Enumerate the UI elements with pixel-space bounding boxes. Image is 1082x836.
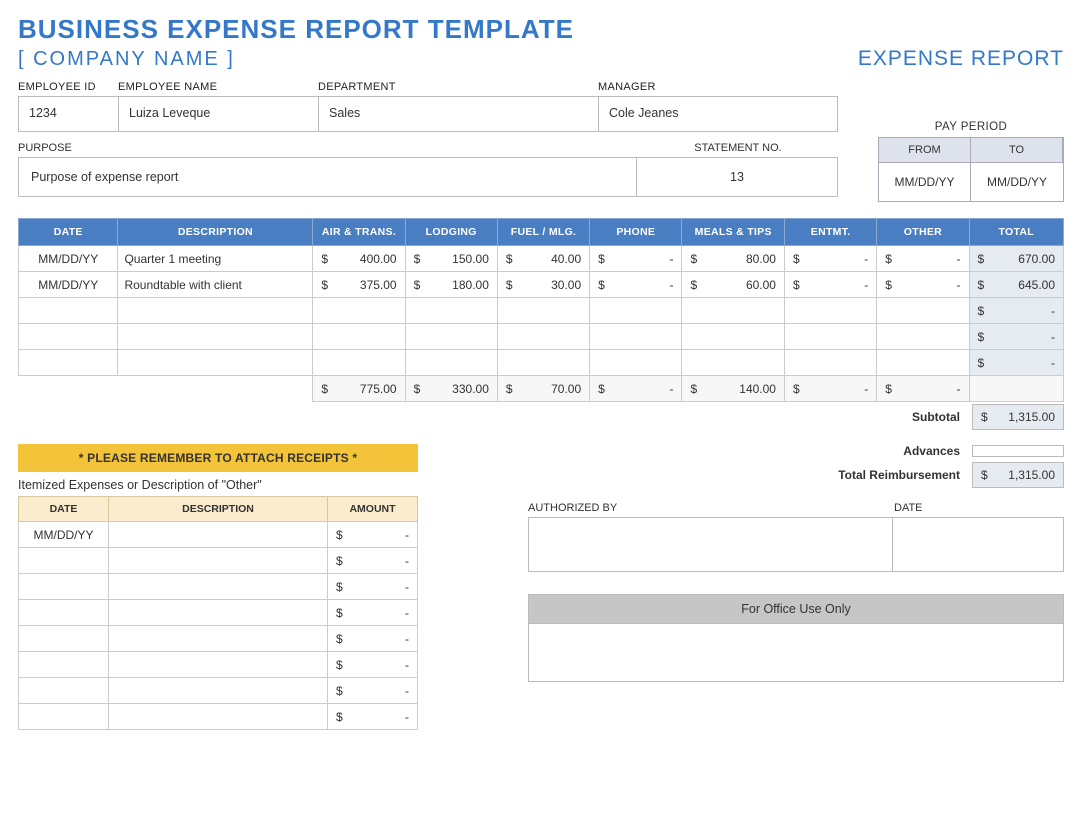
pay-period-table: FROM TO MM/DD/YY MM/DD/YY	[878, 137, 1064, 202]
expense-header: DESCRIPTION	[118, 219, 313, 246]
col-total: $-	[784, 376, 876, 402]
subtotal-label: Subtotal	[912, 410, 960, 424]
col-total: $-	[877, 376, 969, 402]
auth-date-label: DATE	[894, 502, 1064, 514]
pay-to-label: TO	[971, 138, 1063, 163]
col-total: $775.00	[313, 376, 405, 402]
pay-from-label: FROM	[879, 138, 971, 163]
itemized-row[interactable]: MM/DD/YY $-	[19, 522, 418, 548]
itemized-row[interactable]: $-	[19, 548, 418, 574]
expense-header: LODGING	[405, 219, 497, 246]
purpose-label: PURPOSE	[18, 142, 638, 154]
auth-date-value[interactable]	[893, 518, 1063, 571]
itemized-row[interactable]: $-	[19, 574, 418, 600]
expense-table: DATEDESCRIPTIONAIR & TRANS.LODGINGFUEL /…	[18, 218, 1064, 402]
itemized-row[interactable]: $-	[19, 678, 418, 704]
attach-receipts-reminder: * PLEASE REMEMBER TO ATTACH RECEIPTS *	[18, 444, 418, 472]
col-total: $-	[590, 376, 682, 402]
expense-row[interactable]: $-	[19, 324, 1064, 350]
expense-header: PHONE	[590, 219, 682, 246]
col-total: $330.00	[405, 376, 497, 402]
expense-row[interactable]: $-	[19, 350, 1064, 376]
grand-total-cell	[969, 376, 1063, 402]
expense-header: AIR & TRANS.	[313, 219, 405, 246]
authorized-by-label: AUTHORIZED BY	[528, 502, 894, 514]
company-name: [ COMPANY NAME ]	[18, 48, 235, 71]
total-reimbursement-value: $1,315.00	[972, 462, 1064, 488]
itemized-label: Itemized Expenses or Description of "Oth…	[18, 478, 418, 492]
expense-header: ENTMT.	[784, 219, 876, 246]
expense-row[interactable]: MM/DD/YY Roundtable with client $375.00 …	[19, 272, 1064, 298]
department-value[interactable]: Sales	[319, 97, 599, 131]
itemized-header: DESCRIPTION	[109, 497, 328, 522]
department-label: DEPARTMENT	[318, 81, 598, 93]
expense-header: FUEL / MLG.	[497, 219, 589, 246]
pay-to-value[interactable]: MM/DD/YY	[971, 163, 1063, 201]
statement-no-label: STATEMENT NO.	[638, 142, 838, 154]
expense-row[interactable]: $-	[19, 298, 1064, 324]
expense-header: OTHER	[877, 219, 969, 246]
purpose-value[interactable]: Purpose of expense report	[19, 158, 637, 196]
employee-id-label: EMPLOYEE ID	[18, 81, 118, 93]
advances-value[interactable]	[972, 445, 1064, 457]
itemized-row[interactable]: $-	[19, 600, 418, 626]
employee-id-value[interactable]: 1234	[19, 97, 119, 131]
col-total: $70.00	[497, 376, 589, 402]
advances-label: Advances	[903, 444, 960, 458]
statement-no-value[interactable]: 13	[637, 158, 837, 196]
itemized-row[interactable]: $-	[19, 652, 418, 678]
itemized-row[interactable]: $-	[19, 626, 418, 652]
itemized-header: AMOUNT	[328, 497, 418, 522]
employee-name-label: EMPLOYEE NAME	[118, 81, 318, 93]
itemized-header: DATE	[19, 497, 109, 522]
subtotal-value: $1,315.00	[972, 404, 1064, 430]
page-title: BUSINESS EXPENSE REPORT TEMPLATE	[18, 14, 1064, 45]
expense-row[interactable]: MM/DD/YY Quarter 1 meeting $400.00 $150.…	[19, 246, 1064, 272]
expense-header: DATE	[19, 219, 118, 246]
pay-from-value[interactable]: MM/DD/YY	[879, 163, 971, 201]
office-use-only-label: For Office Use Only	[528, 594, 1064, 624]
authorized-by-value[interactable]	[529, 518, 893, 571]
itemized-row[interactable]: $-	[19, 704, 418, 730]
col-total: $140.00	[682, 376, 785, 402]
manager-label: MANAGER	[598, 81, 838, 93]
pay-period-label: PAY PERIOD	[878, 121, 1064, 133]
office-use-only-area[interactable]	[528, 624, 1064, 682]
expense-report-label: EXPENSE REPORT	[858, 47, 1064, 71]
total-reimbursement-label: Total Reimbursement	[838, 468, 960, 482]
expense-header: MEALS & TIPS	[682, 219, 785, 246]
manager-value[interactable]: Cole Jeanes	[599, 97, 837, 131]
itemized-table: DATEDESCRIPTIONAMOUNT MM/DD/YY $- $- $- …	[18, 496, 418, 730]
employee-name-value[interactable]: Luiza Leveque	[119, 97, 319, 131]
expense-header: TOTAL	[969, 219, 1063, 246]
